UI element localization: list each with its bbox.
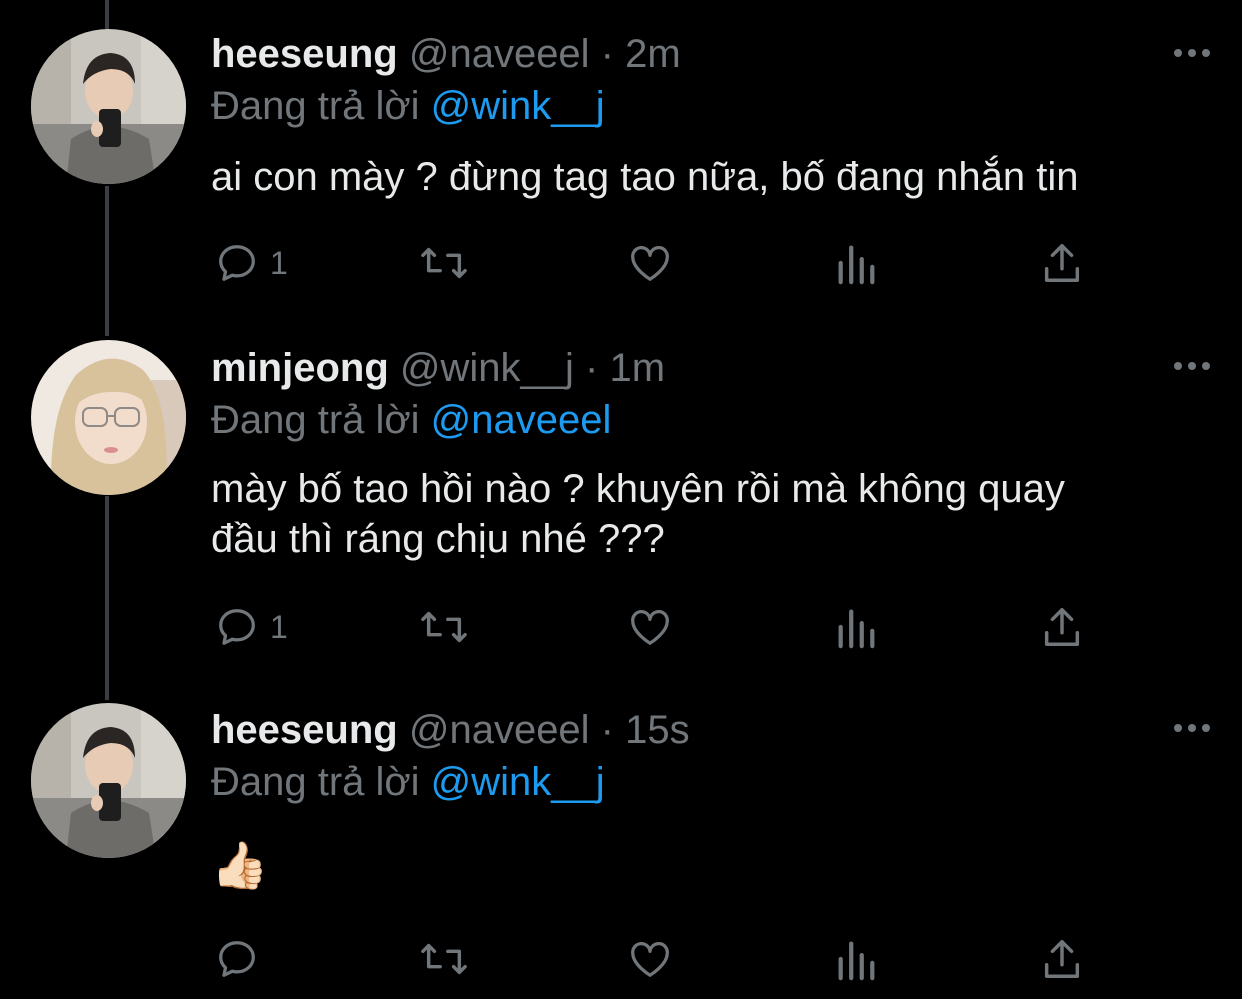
tweet-actions: 1: [0, 238, 1242, 288]
avatar[interactable]: [31, 703, 186, 858]
reply-button[interactable]: 1: [214, 238, 288, 288]
share-button[interactable]: [1040, 934, 1084, 984]
handle-and-timestamp[interactable]: @wink__j · 1m: [400, 346, 665, 390]
tweet-actions: 1: [0, 602, 1242, 652]
share-upload-icon: [1044, 244, 1080, 282]
tweet-text: mày bố tao hồi nào ? khuyên rồi mà không…: [211, 464, 1211, 564]
replying-to-label: Đang trả lời: [211, 84, 420, 128]
tweet[interactable]: heeseung @naveeel · 2m Đang trả lời @win…: [0, 0, 1242, 330]
analytics-bars-icon: [838, 609, 875, 649]
views-button[interactable]: [834, 934, 878, 984]
tweet-text-line: mày bố tao hồi nào ? khuyên rồi mà không…: [211, 467, 1065, 511]
analytics-bars-icon: [838, 941, 875, 981]
more-icon[interactable]: [1172, 718, 1212, 738]
views-button[interactable]: [834, 602, 878, 652]
replying-to-handle[interactable]: @wink__j: [431, 760, 605, 804]
share-upload-icon: [1044, 608, 1080, 646]
display-name[interactable]: minjeong: [211, 346, 389, 390]
retweet-button[interactable]: [418, 934, 470, 984]
share-button[interactable]: [1040, 238, 1084, 288]
retweet-button[interactable]: [418, 238, 470, 288]
like-button[interactable]: [626, 602, 674, 652]
avatar-male-image: [31, 29, 186, 184]
tweet[interactable]: heeseung @naveeel · 15s Đang trả lời @wi…: [0, 700, 1242, 999]
heart-icon: [631, 610, 669, 645]
views-button[interactable]: [834, 238, 878, 288]
reply-count: 1: [270, 244, 288, 281]
tweet-text-line: đầu thì ráng chịu nhé ???: [211, 517, 665, 561]
replying-to-handle[interactable]: @naveeel: [431, 398, 612, 442]
analytics-bars-icon: [838, 245, 875, 285]
avatar[interactable]: [31, 29, 186, 184]
tweet[interactable]: minjeong @wink__j · 1m Đang trả lời @nav…: [0, 330, 1242, 700]
retweet-icon: [421, 247, 467, 279]
replying-to-label: Đang trả lời: [211, 760, 420, 804]
heart-icon: [631, 246, 669, 281]
share-upload-icon: [1044, 940, 1080, 978]
avatar[interactable]: [31, 340, 186, 495]
heart-icon: [631, 942, 669, 977]
tweet-actions: [0, 934, 1242, 984]
handle-and-timestamp[interactable]: @naveeel · 2m: [409, 32, 681, 76]
reply-button[interactable]: 1: [214, 602, 288, 652]
more-icon[interactable]: [1172, 356, 1212, 376]
reply-button[interactable]: [214, 934, 270, 984]
tweet-text: ai con mày ? đừng tag tao nữa, bố đang n…: [211, 155, 1079, 199]
display-name[interactable]: heeseung: [211, 32, 398, 76]
tweet-emoji: 👍🏻: [211, 839, 269, 891]
reply-bubble-icon: [219, 609, 255, 645]
more-icon[interactable]: [1172, 43, 1212, 63]
like-button[interactable]: [626, 238, 674, 288]
retweet-button[interactable]: [418, 602, 470, 652]
share-button[interactable]: [1040, 602, 1084, 652]
retweet-icon: [421, 611, 467, 643]
reply-count: 1: [270, 608, 288, 645]
reply-bubble-icon: [219, 941, 255, 977]
replying-to-label: Đang trả lời: [211, 398, 420, 442]
avatar-male-image: [31, 703, 186, 858]
replying-to-handle[interactable]: @wink__j: [431, 84, 605, 128]
retweet-icon: [421, 943, 467, 975]
like-button[interactable]: [626, 934, 674, 984]
handle-and-timestamp[interactable]: @naveeel · 15s: [409, 708, 690, 752]
avatar-female-image: [31, 340, 186, 495]
reply-bubble-icon: [219, 245, 255, 281]
display-name[interactable]: heeseung: [211, 708, 398, 752]
